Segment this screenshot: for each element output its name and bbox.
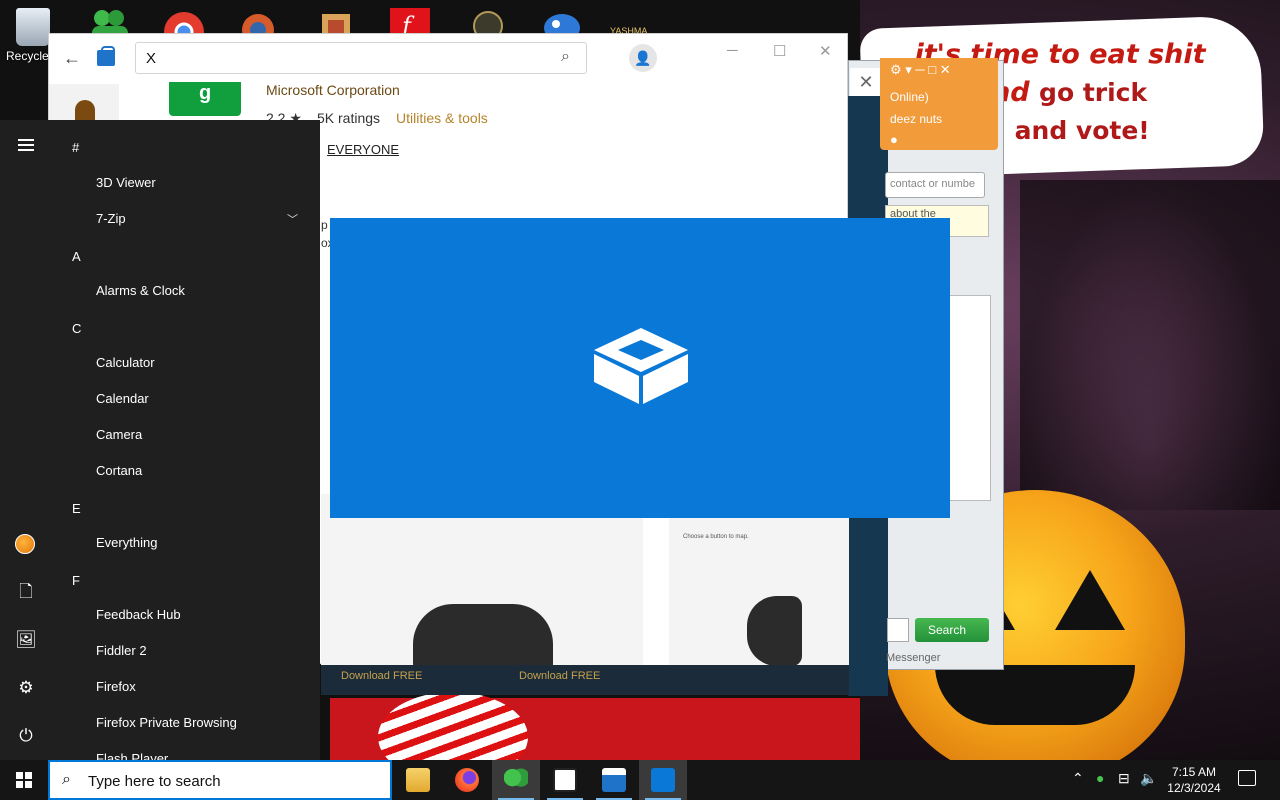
maximize-icon[interactable]: ☐ <box>773 42 786 60</box>
windows-logo-icon <box>16 772 32 788</box>
start-menu: 🗋 🖼 ⚙ ⏻ # 3D Viewer 7-Zip ﹀ A Alarms & C… <box>0 120 320 766</box>
cards-icon <box>553 768 577 792</box>
app-publisher[interactable]: Microsoft Corporation <box>266 82 400 98</box>
taskbar-search-box[interactable]: ⌕ Type here to search <box>48 760 392 800</box>
messenger-contact: deez nuts <box>890 112 943 126</box>
messenger-header: ⚙ ▾ ─ □ ✕ Online) deez nuts ● <box>880 58 998 150</box>
people-icon <box>504 768 528 792</box>
app-list-item[interactable]: Feedback Hub <box>96 607 181 622</box>
search-icon: ⌕ <box>62 771 71 788</box>
app-category-link[interactable]: Utilities & tools <box>396 110 488 126</box>
bubble-line-2b: go trick <box>1039 78 1148 107</box>
section-header-a[interactable]: A <box>72 249 81 264</box>
clock-time: 7:15 AM <box>1171 765 1217 779</box>
notifications-icon[interactable] <box>1238 770 1256 786</box>
messenger-search-field[interactable] <box>887 618 909 642</box>
description-fragment: p <box>321 218 328 232</box>
search-icon[interactable]: ⌕ <box>561 48 570 66</box>
sandbox-icon <box>594 328 688 404</box>
store-search-input[interactable]: X <box>135 42 587 74</box>
download-free-link[interactable]: Download FREE <box>519 670 600 682</box>
start-button[interactable] <box>0 760 48 800</box>
store-taskbar-button[interactable] <box>590 760 638 800</box>
messenger-taskbar-button[interactable] <box>492 760 540 800</box>
controller-image <box>413 604 553 674</box>
wallpaper-tree <box>1020 180 1280 510</box>
volume-icon[interactable]: 🔈 <box>1140 770 1157 787</box>
app-list-item[interactable]: 3D Viewer <box>96 175 156 190</box>
section-header-c[interactable]: C <box>72 321 81 336</box>
download-free-link[interactable]: Download FREE <box>341 670 422 682</box>
app-list-item[interactable]: Firefox <box>96 679 136 694</box>
folder-icon <box>406 768 430 792</box>
app-list-item[interactable]: Cortana <box>96 463 142 478</box>
section-header-e[interactable]: E <box>72 501 81 516</box>
recycle-bin-icon <box>16 8 50 46</box>
start-menu-rail: 🗋 🖼 ⚙ ⏻ <box>0 120 52 760</box>
messenger-contact-input[interactable]: contact or numbe <box>885 172 985 198</box>
minimize-icon[interactable]: ─ <box>727 42 738 59</box>
app-list-item[interactable]: Alarms & Clock <box>96 283 185 298</box>
app-list-item[interactable]: Calendar <box>96 391 149 406</box>
account-icon[interactable]: 👤 <box>629 44 657 72</box>
clock-date: 12/3/2024 <box>1167 781 1221 795</box>
store-titlebar: ← X ⌕ 👤 ─ ☐ ✕ <box>49 34 847 84</box>
age-rating-link[interactable]: EVERYONE <box>327 142 399 157</box>
pictures-icon[interactable]: 🖼 <box>14 628 38 652</box>
solitaire-taskbar-button[interactable] <box>541 760 589 800</box>
screenshot-caption: Choose a button to map. <box>683 534 749 540</box>
back-arrow-icon[interactable]: ← <box>63 48 81 69</box>
app-list-item[interactable]: Calculator <box>96 355 155 370</box>
store-logo-icon <box>97 46 115 66</box>
messenger-tray-icon[interactable]: ● <box>1096 770 1104 786</box>
system-clock[interactable]: 7:15 AM 12/3/2024 <box>1162 764 1226 796</box>
settings-gear-icon[interactable]: ⚙ <box>14 676 38 700</box>
messenger-toolbar-icons[interactable]: ⚙ ▾ ─ □ ✕ <box>890 62 951 78</box>
sandbox-icon <box>651 768 675 792</box>
app-list-item[interactable]: 7-Zip <box>96 211 126 226</box>
section-header-f[interactable]: F <box>72 573 80 588</box>
messenger-status: Online) <box>890 90 929 104</box>
app-list-item[interactable]: Everything <box>96 535 157 550</box>
close-icon[interactable]: ✕ <box>819 42 832 60</box>
taskbar: ⌕ Type here to search ⌃ ● ⊟ 🔈 7:15 AM 12… <box>0 760 1280 800</box>
show-hidden-icons-chevron-up-icon[interactable]: ⌃ <box>1072 770 1084 787</box>
file-explorer-taskbar-button[interactable] <box>394 760 442 800</box>
sandbox-splash-screen <box>330 218 950 518</box>
hamburger-menu-icon[interactable] <box>14 136 38 160</box>
firefox-icon <box>455 768 479 792</box>
app-list-item[interactable]: Firefox Private Browsing <box>96 715 237 730</box>
documents-icon[interactable]: 🗋 <box>14 580 38 604</box>
app-list-item[interactable]: Fiddler 2 <box>96 643 147 658</box>
screenshot-divider <box>643 494 669 665</box>
messenger-status-icon: ● <box>890 132 898 147</box>
taskbar-search-placeholder: Type here to search <box>88 773 221 790</box>
app-list-item[interactable]: Camera <box>96 427 142 442</box>
controller-image <box>747 596 802 666</box>
app-ratings-count[interactable]: 5K ratings <box>317 110 380 126</box>
section-header-hash[interactable]: # <box>72 140 79 155</box>
chevron-down-icon[interactable]: ﹀ <box>287 211 298 227</box>
power-icon[interactable]: ⏻ <box>14 724 38 748</box>
store-bag-icon <box>602 768 626 792</box>
network-icon[interactable]: ⊟ <box>1118 770 1130 787</box>
user-avatar[interactable] <box>15 534 35 554</box>
firefox-taskbar-button[interactable] <box>443 760 491 800</box>
app-tile-icon: g <box>169 82 241 116</box>
messenger-search-button[interactable]: Search <box>915 618 989 642</box>
sandbox-taskbar-button[interactable] <box>639 760 687 800</box>
messenger-footer: Messenger <box>886 652 941 664</box>
popup-close-icon[interactable]: ✕ <box>850 68 882 96</box>
